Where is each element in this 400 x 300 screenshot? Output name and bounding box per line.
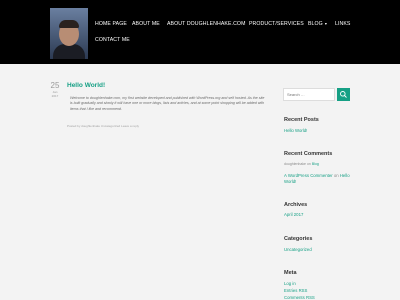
site-header: HOME PAGE ABOUT ME ABOUT DOUGHLENHAKE.CO… [0, 0, 400, 64]
post-date: 25 Jan 2017 [48, 81, 62, 99]
nav-item-home[interactable]: HOME PAGE [95, 21, 127, 27]
post-title[interactable]: Hello World! [67, 82, 105, 89]
meta-title: Meta [284, 270, 297, 276]
nav-item-about-site[interactable]: ABOUT DOUGHLENHAKE.COM [167, 21, 246, 27]
post-meta: Posted by doughlenhake Uncategorized Lea… [67, 124, 140, 128]
nav-item-products[interactable]: PRODUCT/SERVICES [249, 21, 304, 27]
chevron-down-icon: ▾ [324, 21, 327, 26]
recent-comment-2: A WordPress Commenter on Hello [284, 173, 350, 178]
recent-comment-1: doughlenhake on Blog [284, 162, 319, 166]
recent-post-link[interactable]: Hello World! [284, 128, 307, 133]
post-body: Welcome to doughlenhake.com, my first we… [70, 96, 265, 111]
comment-on-text: on [333, 173, 339, 178]
post-date-day: 25 [50, 81, 60, 90]
recent-comments-title: Recent Comments [284, 151, 333, 157]
archive-link[interactable]: April 2017 [284, 212, 303, 217]
meta-link-comments-rss[interactable]: Comments RSS [284, 295, 315, 300]
search-icon [340, 91, 347, 98]
avatar-body [53, 44, 85, 59]
avatar-hair [59, 20, 79, 28]
nav-item-contact[interactable]: CONTACT ME [95, 37, 130, 43]
search-button[interactable] [337, 88, 350, 101]
comment-post-link[interactable]: Blog [312, 162, 319, 166]
nav-item-links[interactable]: LINKS [335, 21, 351, 27]
meta-link-entries-rss[interactable]: Entries RSS [284, 288, 307, 293]
recent-posts-title: Recent Posts [284, 117, 319, 123]
nav-item-blog-label: BLOG [308, 21, 323, 27]
post-date-year: 2017 [51, 94, 59, 98]
archives-title: Archives [284, 202, 308, 208]
meta-link-login[interactable]: Log in [284, 281, 296, 286]
categories-title: Categories [284, 236, 313, 242]
comment-target-link-cont[interactable]: World! [284, 179, 296, 184]
nav-item-blog[interactable]: BLOG ▾ [308, 21, 327, 27]
nav-item-about-me[interactable]: ABOUT ME [132, 21, 160, 27]
commenter-link[interactable]: A WordPress Commenter [284, 173, 333, 178]
comment-target-link[interactable]: Hello [340, 173, 350, 178]
search-input[interactable] [283, 88, 335, 101]
category-link[interactable]: Uncategorized [284, 247, 312, 252]
avatar[interactable] [50, 8, 88, 59]
comment-author: doughlenhake on [284, 162, 311, 166]
